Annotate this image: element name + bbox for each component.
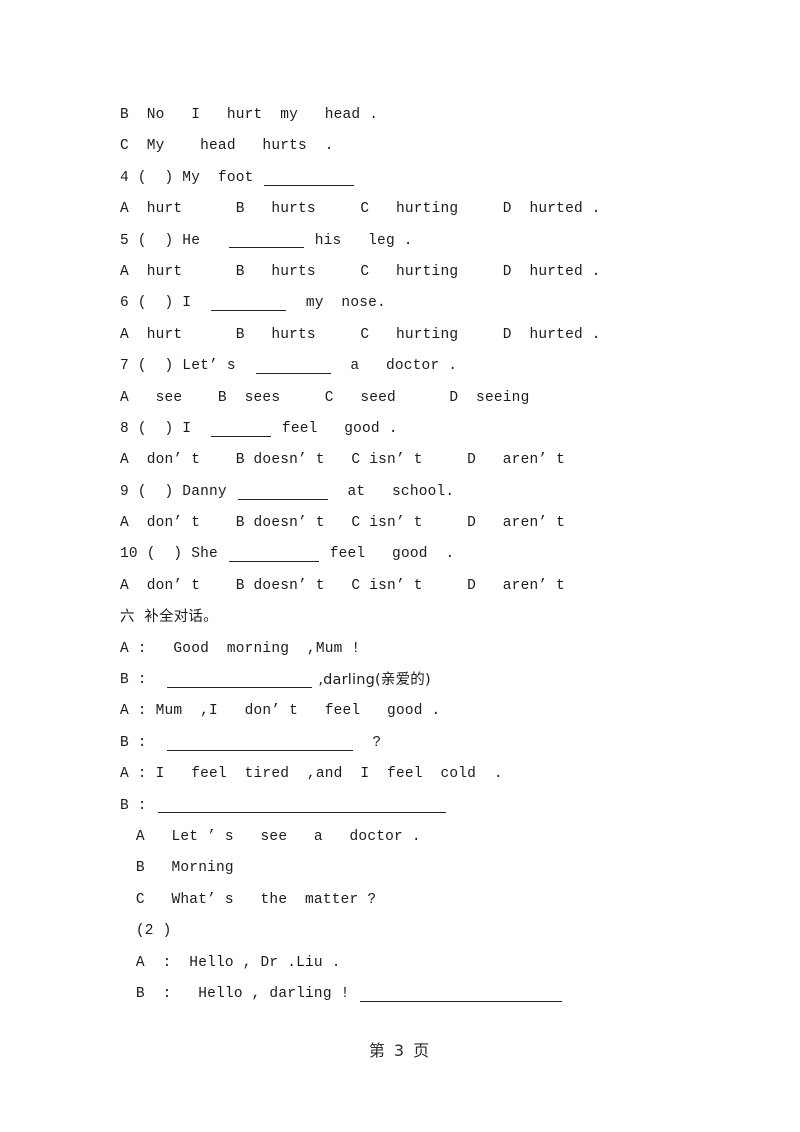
- worksheet-line: 8 ( ) I feel good .: [120, 414, 680, 445]
- answer-blank[interactable]: [211, 422, 272, 437]
- line-text-before-blank: 10 ( ) She: [120, 546, 227, 563]
- line-text-after-blank: ,darling(亲爱的): [313, 672, 431, 689]
- line-text-after-blank: my nose.: [288, 295, 386, 312]
- answer-blank[interactable]: [157, 799, 446, 814]
- worksheet-line: A : I feel tired ,and I feel cold .: [120, 759, 680, 790]
- worksheet-content: B No I hurt my head . C My head hurts . 4 …: [120, 100, 680, 1010]
- answer-blank[interactable]: [166, 674, 312, 688]
- line-text-before-blank: 5 ( ) He: [120, 232, 227, 249]
- answer-blank[interactable]: [360, 987, 563, 1002]
- line-text-after-blank: ?: [354, 734, 382, 751]
- line-text-after-blank: at school.: [329, 483, 455, 500]
- worksheet-line: (2 ): [120, 916, 680, 947]
- worksheet-line: A : Good morning ,Mum !: [120, 634, 680, 665]
- line-text-before-blank: 9 ( ) Danny: [120, 483, 236, 500]
- worksheet-line: B : Hello , darling !: [120, 979, 680, 1010]
- line-text: C My head hurts .: [120, 138, 334, 155]
- answer-blank[interactable]: [166, 736, 353, 751]
- worksheet-line: B :: [120, 791, 680, 822]
- worksheet-line: A don’ t B doesn’ t C isn’ t D aren’ t: [120, 445, 680, 476]
- answer-blank[interactable]: [255, 360, 331, 374]
- line-text: A see B sees C seed D seeing: [120, 389, 530, 406]
- answer-blank[interactable]: [211, 297, 287, 312]
- worksheet-line: B : ?: [120, 728, 680, 759]
- worksheet-line: A hurt B hurts C hurting D hurted .: [120, 320, 680, 351]
- worksheet-line: 9 ( ) Danny at school.: [120, 477, 680, 508]
- line-text-after-blank: his leg .: [305, 232, 413, 249]
- line-text: (2 ): [127, 923, 172, 940]
- line-text: A don’ t B doesn’ t C isn’ t D aren’ t: [120, 515, 566, 532]
- line-text-before-blank: 4 ( ) My foot: [120, 169, 263, 186]
- line-text-before-blank: B :: [120, 734, 165, 751]
- line-text-before-blank: B : Hello , darling !: [127, 985, 359, 1002]
- worksheet-line: B : ,darling(亲爱的): [120, 665, 680, 696]
- line-text-before-blank: 8 ( ) I: [120, 420, 210, 437]
- line-text-after-blank: feel good .: [273, 420, 398, 437]
- worksheet-page: B No I hurt my head . C My head hurts . 4 …: [0, 0, 800, 1132]
- worksheet-line: B No I hurt my head .: [120, 100, 680, 131]
- worksheet-line: A don’ t B doesn’ t C isn’ t D aren’ t: [120, 571, 680, 602]
- worksheet-line: 4 ( ) My foot: [120, 163, 680, 194]
- worksheet-line: C What’ s the matter ?: [120, 885, 680, 916]
- worksheet-line: A : Hello , Dr .Liu .: [120, 948, 680, 979]
- line-text: B No I hurt my head .: [120, 107, 379, 123]
- worksheet-line: 5 ( ) He his leg .: [120, 226, 680, 257]
- line-text-before-blank: B :: [120, 672, 165, 689]
- line-text-after-blank: a doctor .: [332, 358, 458, 375]
- worksheet-line: 10 ( ) She feel good .: [120, 539, 680, 570]
- worksheet-line: C My head hurts .: [120, 131, 680, 162]
- worksheet-line: A hurt B hurts C hurting D hurted .: [120, 194, 680, 225]
- answer-blank[interactable]: [237, 485, 328, 500]
- line-text: A : Mum ,I don’ t feel good .: [120, 703, 441, 720]
- worksheet-line: B Morning: [120, 853, 680, 884]
- line-text: A : I feel tired ,and I feel cold .: [120, 766, 503, 783]
- worksheet-line: A hurt B hurts C hurting D hurted .: [120, 257, 680, 288]
- line-text: A hurt B hurts C hurting D hurted .: [120, 326, 601, 343]
- worksheet-line: 7 ( ) Let’ s a doctor .: [120, 351, 680, 382]
- worksheet-line: A : Mum ,I don’ t feel good .: [120, 696, 680, 727]
- answer-blank[interactable]: [264, 171, 355, 186]
- line-text-before-blank: B :: [120, 797, 156, 814]
- line-text: A don’ t B doesn’ t C isn’ t D aren’ t: [120, 577, 566, 594]
- worksheet-line: A Let ’ s see a doctor .: [120, 822, 680, 853]
- worksheet-line: 六 补全对话。: [120, 602, 680, 633]
- line-text: B Morning: [127, 860, 234, 877]
- line-text: A don’ t B doesn’ t C isn’ t D aren’ t: [120, 452, 566, 469]
- line-text: A : Good morning ,Mum !: [120, 640, 361, 657]
- line-text: A hurt B hurts C hurting D hurted .: [120, 263, 601, 280]
- worksheet-line: A see B sees C seed D seeing: [120, 383, 680, 414]
- line-text: A Let ’ s see a doctor .: [127, 828, 421, 845]
- line-text: A hurt B hurts C hurting D hurted .: [120, 201, 601, 218]
- worksheet-line: 6 ( ) I my nose.: [120, 288, 680, 319]
- line-text-before-blank: 7 ( ) Let’ s: [120, 358, 254, 375]
- page-footer: 第 3 页: [368, 1041, 432, 1060]
- answer-blank[interactable]: [228, 548, 319, 563]
- line-text: 六 补全对话。: [120, 609, 218, 626]
- line-text: C What’ s the matter ?: [127, 891, 377, 908]
- line-text-after-blank: feel good .: [320, 546, 455, 563]
- answer-blank[interactable]: [228, 234, 304, 249]
- line-text-before-blank: 6 ( ) I: [120, 295, 210, 312]
- worksheet-line: A don’ t B doesn’ t C isn’ t D aren’ t: [120, 508, 680, 539]
- line-text: A : Hello , Dr .Liu .: [127, 954, 341, 971]
